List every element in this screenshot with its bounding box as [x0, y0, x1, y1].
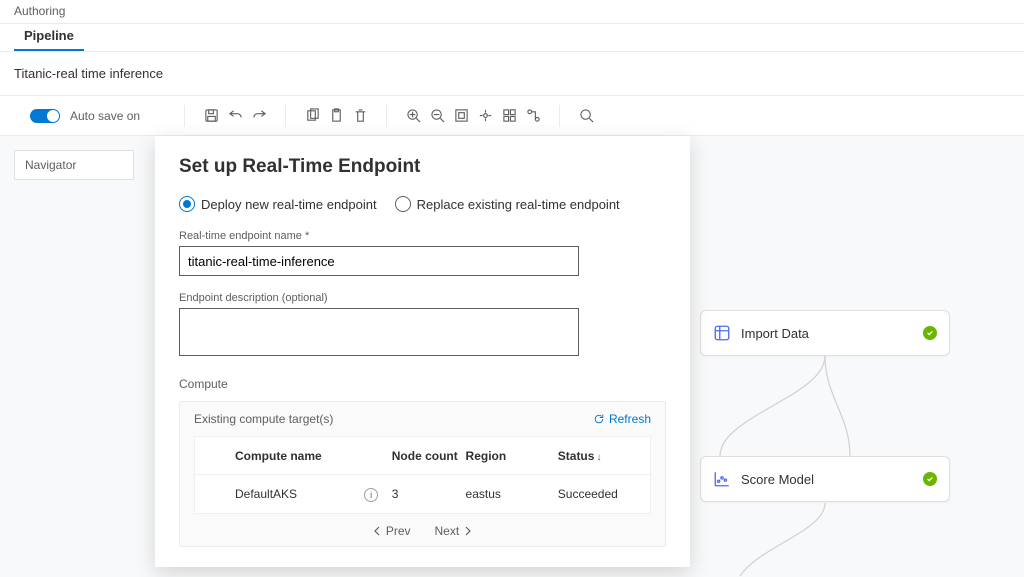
radio-replace-existing[interactable]: Replace existing real-time endpoint — [395, 196, 620, 212]
cell-region: eastus — [466, 487, 558, 501]
search-icon[interactable] — [574, 104, 598, 128]
save-icon[interactable] — [199, 104, 223, 128]
node-score-model[interactable]: Score Model — [700, 456, 950, 502]
prev-button[interactable]: Prev — [372, 524, 411, 538]
next-button[interactable]: Next — [435, 524, 474, 538]
zoom-out-icon[interactable] — [425, 104, 449, 128]
refresh-icon — [593, 413, 605, 425]
cell-node-count: 3 — [392, 487, 466, 501]
col-node-count[interactable]: Node count — [392, 449, 466, 463]
copy-icon[interactable] — [300, 104, 324, 128]
tabs-bar: Pipeline — [0, 24, 1024, 52]
compute-section-label: Compute — [179, 377, 666, 391]
flow-icon[interactable] — [521, 104, 545, 128]
status-success-icon — [923, 470, 937, 488]
node-label: Import Data — [741, 326, 809, 341]
pipeline-name: Titanic-real time inference — [14, 66, 163, 81]
radio-deploy-new[interactable]: Deploy new real-time endpoint — [179, 196, 377, 212]
autosave-label: Auto save on — [70, 109, 140, 123]
prev-label: Prev — [386, 524, 411, 538]
endpoint-name-label: Real-time endpoint name * — [179, 230, 666, 242]
navigator-panel[interactable]: Navigator — [14, 150, 134, 180]
table-header: Compute name Node count Region Status↓ — [195, 437, 650, 475]
layout-icon[interactable] — [473, 104, 497, 128]
authoring-section-label: Authoring — [0, 0, 1024, 24]
endpoint-desc-label: Endpoint description (optional) — [179, 292, 666, 304]
toolbar: Auto save on — [0, 96, 1024, 136]
radio-icon — [179, 196, 195, 212]
chart-icon — [713, 470, 731, 488]
refresh-label: Refresh — [609, 412, 651, 426]
cell-name: DefaultAKS — [235, 487, 364, 501]
setup-endpoint-modal: Set up Real-Time Endpoint Deploy new rea… — [155, 136, 690, 567]
radio-label: Replace existing real-time endpoint — [417, 197, 620, 212]
undo-icon[interactable] — [223, 104, 247, 128]
tab-pipeline[interactable]: Pipeline — [14, 28, 84, 51]
radio-label: Deploy new real-time endpoint — [201, 197, 377, 212]
compute-table: Compute name Node count Region Status↓ D… — [194, 436, 651, 514]
sort-down-icon: ↓ — [596, 452, 601, 463]
pipeline-name-bar: Titanic-real time inference — [0, 52, 1024, 96]
redo-icon[interactable] — [247, 104, 271, 128]
info-icon[interactable]: i — [364, 488, 378, 502]
chevron-left-icon — [372, 526, 382, 536]
data-icon — [713, 324, 731, 342]
radio-icon — [395, 196, 411, 212]
paste-icon[interactable] — [324, 104, 348, 128]
compute-box: Existing compute target(s) Refresh Compu… — [179, 401, 666, 547]
cell-status: Succeeded — [558, 487, 650, 501]
modal-title: Set up Real-Time Endpoint — [179, 156, 666, 178]
navigator-label: Navigator — [25, 158, 76, 172]
zoom-fit-icon[interactable] — [449, 104, 473, 128]
col-compute-name[interactable]: Compute name — [235, 449, 364, 463]
delete-icon[interactable] — [348, 104, 372, 128]
endpoint-desc-input[interactable] — [179, 308, 579, 356]
status-success-icon — [923, 324, 937, 342]
table-row[interactable]: DefaultAKS i 3 eastus Succeeded — [195, 475, 650, 513]
node-import-data[interactable]: Import Data — [700, 310, 950, 356]
next-label: Next — [435, 524, 460, 538]
node-label: Score Model — [741, 472, 814, 487]
refresh-button[interactable]: Refresh — [593, 412, 651, 426]
table-pager: Prev Next — [194, 524, 651, 538]
endpoint-name-input[interactable] — [179, 246, 579, 276]
col-region[interactable]: Region — [466, 449, 558, 463]
existing-targets-label: Existing compute target(s) — [194, 412, 333, 426]
pipeline-canvas[interactable]: Navigator Import Data Score Model Set up… — [0, 136, 1024, 577]
col-status[interactable]: Status↓ — [558, 449, 650, 463]
grid-icon[interactable] — [497, 104, 521, 128]
zoom-in-icon[interactable] — [401, 104, 425, 128]
chevron-right-icon — [463, 526, 473, 536]
autosave-toggle[interactable] — [30, 109, 60, 123]
